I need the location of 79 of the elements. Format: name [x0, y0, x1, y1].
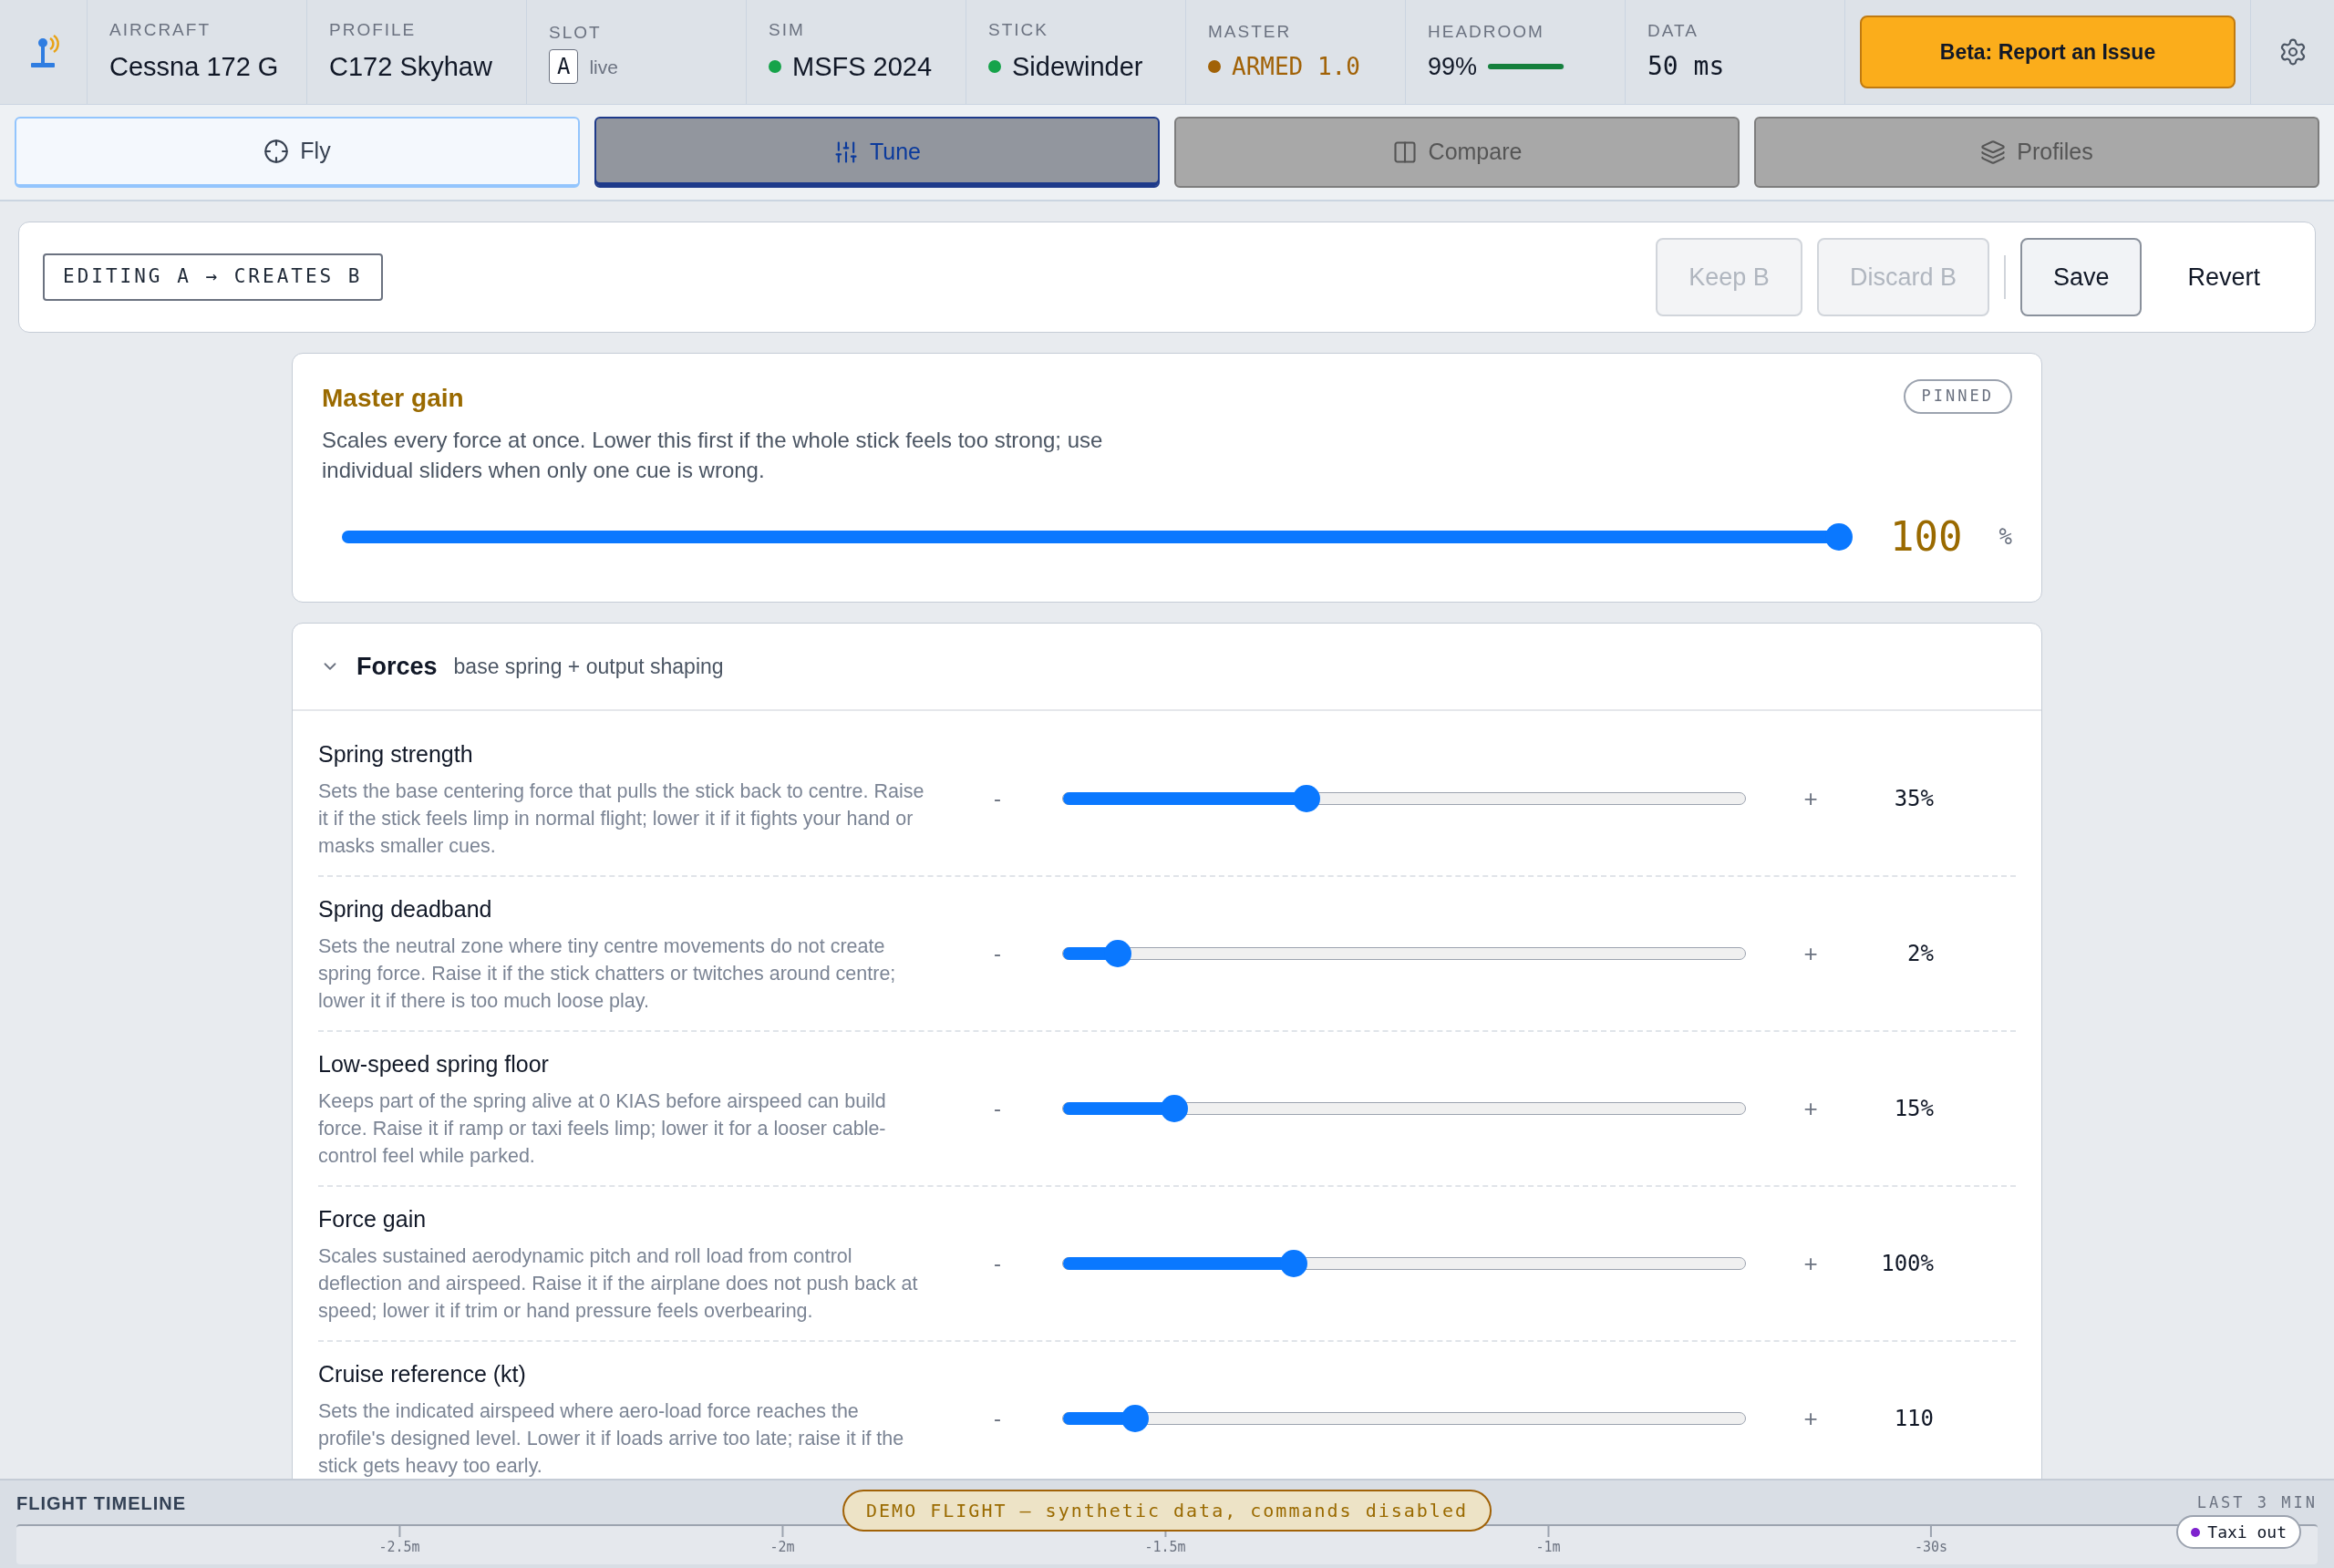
setting-name: Force gain — [318, 1205, 428, 1234]
forces-header[interactable]: Forces base spring + output shaping — [293, 624, 2041, 711]
tick-label: -2.5m — [378, 1538, 420, 1557]
decrement-button[interactable]: - — [975, 1402, 1020, 1435]
event-label: Taxi out — [2207, 1522, 2287, 1543]
slider-thumb[interactable] — [1121, 1405, 1150, 1432]
header-label: AIRCRAFT — [109, 19, 212, 41]
setting-value: 110 — [1893, 1405, 1934, 1433]
action-button[interactable]: Save — [2019, 238, 2143, 316]
slot-status: live — [589, 55, 618, 79]
report-issue-button[interactable]: Beta: Report an Issue — [1860, 15, 2236, 88]
tick-label: -30s — [1914, 1538, 1948, 1557]
setting-description: Keeps part of the spring alive at 0 KIAS before airspeed can build force. Raise it if ramp or taxi feels limp; lower it for a looser cable-control feel while parked. — [318, 1088, 887, 1169]
setting-description: Sets the indicated airspeed where aero-load force reaches the profile's designed level. Lower it if loads arrive too late; raise it if the stick gets heavy too early. — [318, 1398, 905, 1479]
tab-icon — [263, 139, 290, 164]
increment-button[interactable]: + — [1788, 1245, 1833, 1282]
slider-thumb[interactable] — [1103, 940, 1131, 967]
slider-thumb[interactable] — [1160, 1095, 1188, 1122]
header-value: Cessna 172 G — [109, 50, 280, 83]
settings-icon[interactable] — [2278, 37, 2308, 67]
header-label: SLOT — [549, 21, 603, 44]
decrement-button[interactable]: - — [975, 1247, 1020, 1280]
tick-label: -1.5m — [1144, 1538, 1186, 1557]
tab[interactable]: Profiles — [1754, 117, 2319, 188]
header-label: MASTER — [1208, 21, 1293, 44]
slider-thumb[interactable] — [1825, 523, 1854, 551]
setting-value: 35% — [1893, 785, 1934, 813]
setting-name: Cruise reference (kt) — [318, 1360, 527, 1389]
header-value: 50 ms — [1647, 50, 1726, 84]
setting-name: Spring strength — [318, 740, 474, 769]
slot-badge: A — [549, 49, 579, 85]
header-value: MSFS 2024 — [792, 50, 933, 83]
tab[interactable]: Fly — [15, 117, 580, 188]
tab-icon — [832, 139, 859, 165]
header-value: ARMED 1.0 — [1232, 51, 1360, 82]
header-value: C172 Skyhaw — [329, 50, 493, 83]
action-button[interactable]: Revert — [2156, 238, 2291, 316]
increment-button[interactable]: + — [1788, 780, 1833, 817]
increment-button[interactable]: + — [1788, 1400, 1833, 1437]
setting-value: 100% — [1880, 1250, 1934, 1278]
master-gain-value: 100 — [1890, 512, 1963, 562]
unit-label: % — [1998, 523, 2012, 552]
tick-label: -2m — [769, 1538, 795, 1557]
increment-button[interactable]: + — [1788, 1090, 1833, 1127]
header-label: DATA — [1647, 19, 1699, 42]
setting-value: 2% — [1906, 940, 1934, 968]
header-label: HEADROOM — [1428, 20, 1545, 43]
tab-icon — [1391, 139, 1418, 165]
tab[interactable]: Compare — [1174, 117, 1740, 188]
setting-description: Sets the base centering force that pulls the stick back to centre. Raise it if the stick feels limp in normal flight; lower it if it fights your hand or masks smaller cues. — [318, 779, 924, 859]
tab-icon — [1980, 139, 2007, 165]
setting-name: Spring deadband — [318, 895, 493, 924]
timeline-event[interactable]: Taxi out — [2176, 1515, 2301, 1549]
decrement-button[interactable]: - — [975, 1092, 1020, 1125]
setting-description: Sets the neutral zone where tiny centre movements do not create spring force. Raise it if the stick chatters or twitches around centre; lower it if there is too much loose play. — [318, 934, 897, 1014]
forces-subtitle: base spring + output shaping — [453, 653, 724, 680]
header-value: Sidewinder — [1012, 50, 1143, 83]
master-gain-title: Master gain — [322, 383, 464, 414]
master-gain-description: Scales every force at once. Lower this first if the whole stick feels too strong; use individual sliders when only one cue is wrong. — [322, 427, 1104, 484]
header-label: PROFILE — [329, 19, 418, 41]
forces-title: Forces — [356, 651, 438, 682]
editing-badge: EDITING A → CREATES B — [43, 253, 383, 301]
slider-thumb[interactable] — [1279, 1250, 1307, 1277]
slider-thumb[interactable] — [1293, 785, 1321, 812]
timeline-range: LAST 3 MIN — [2196, 1492, 2318, 1514]
increment-button[interactable]: + — [1788, 935, 1833, 972]
header-label: SIM — [769, 19, 806, 41]
header-value: 99% — [1428, 52, 1478, 82]
setting-value: 15% — [1893, 1095, 1934, 1123]
demo-flight-banner: DEMO FLIGHT — synthetic data, commands disabled — [842, 1490, 1492, 1532]
tick-label: -1m — [1535, 1538, 1561, 1557]
timeline-title: FLIGHT TIMELINE — [16, 1492, 187, 1515]
decrement-button[interactable]: - — [975, 782, 1020, 815]
decrement-button[interactable]: - — [975, 937, 1020, 970]
header-label: STICK — [988, 19, 1049, 41]
tab[interactable]: Tune — [594, 117, 1160, 188]
setting-name: Low-speed spring floor — [318, 1050, 550, 1079]
setting-description: Scales sustained aerodynamic pitch and roll load from control deflection and airspeed. Raise it if the airplane does not push back at speed; lower it if trim or hand pressure feels overbearing. — [318, 1243, 919, 1324]
pinned-badge: PINNED — [1903, 379, 2012, 414]
